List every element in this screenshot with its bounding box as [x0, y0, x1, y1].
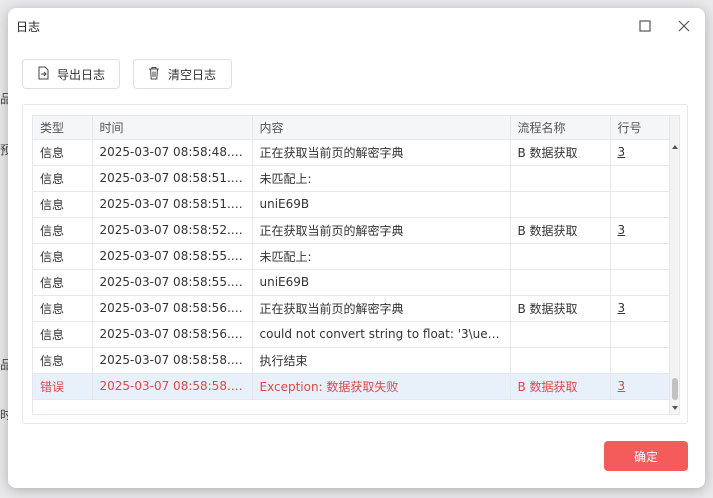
table-row[interactable]: 信息 2025-03-07 08:58:55.863 未匹配上: [33, 243, 672, 270]
cell-flow [510, 191, 611, 218]
export-log-label: 导出日志 [57, 67, 106, 82]
cell-type: 信息 [33, 217, 93, 244]
table-row[interactable]: 信息 2025-03-07 08:58:56.233 could not con… [33, 321, 672, 348]
cell-flow: B 数据获取 [510, 139, 611, 166]
line-number-link[interactable]: 3 [618, 145, 626, 159]
cell-type: 错误 [33, 373, 93, 400]
table-header-row: 类型 时间 内容 流程名称 行号 [33, 116, 672, 140]
cell-flow [510, 347, 611, 374]
dialog-titlebar: 日志 [8, 8, 705, 44]
cell-line [610, 191, 672, 218]
cell-type: 信息 [33, 321, 93, 348]
cell-line [610, 243, 672, 270]
column-header-type[interactable]: 类型 [33, 116, 93, 140]
cell-time: 2025-03-07 08:58:55.863 [92, 243, 253, 270]
cell-content: 未匹配上: [252, 243, 511, 270]
cell-time: 2025-03-07 08:58:55.864 [92, 269, 253, 296]
cell-content: could not convert string to float: '3\ue… [252, 321, 511, 348]
line-number-link[interactable]: 3 [618, 301, 626, 315]
cell-flow [510, 243, 611, 270]
table-row[interactable]: 信息 2025-03-07 08:58:48.300 正在获取当前页的解密字典 … [33, 139, 672, 166]
cell-content: 正在获取当前页的解密字典 [252, 139, 511, 166]
scrollbar-thumb[interactable] [672, 378, 678, 400]
cell-flow [510, 165, 611, 192]
table-row[interactable]: 信息 2025-03-07 08:58:55.864 uniE69B [33, 269, 672, 296]
confirm-button[interactable]: 确定 [604, 441, 688, 471]
table-row[interactable]: 信息 2025-03-07 08:58:51.957 uniE69B [33, 191, 672, 218]
clear-log-label: 清空日志 [168, 67, 217, 82]
cell-type: 信息 [33, 139, 93, 166]
cell-flow: B 数据获取 [510, 217, 611, 244]
cell-time: 2025-03-07 08:58:58.999 [92, 373, 253, 400]
cell-content: 正在获取当前页的解密字典 [252, 217, 511, 244]
cell-line: 3 [610, 295, 672, 322]
clear-log-button[interactable]: 清空日志 [133, 59, 232, 89]
cell-content: 正在获取当前页的解密字典 [252, 295, 511, 322]
cell-type: 信息 [33, 347, 93, 374]
cell-flow [510, 321, 611, 348]
cell-content: Exception: 数据获取失败 [252, 373, 511, 400]
column-header-line[interactable]: 行号 [610, 116, 672, 140]
export-icon [36, 66, 50, 83]
cell-line [610, 321, 672, 348]
scroll-down-arrow-icon[interactable] [672, 406, 678, 410]
cell-content: 执行结束 [252, 347, 511, 374]
cell-flow: B 数据获取 [510, 295, 611, 322]
cell-time: 2025-03-07 08:58:56.202 [92, 295, 253, 322]
cell-time: 2025-03-07 08:58:51.957 [92, 191, 253, 218]
background-text: 预 [0, 143, 8, 157]
cell-type: 信息 [33, 165, 93, 192]
cell-line: 3 [610, 373, 672, 400]
vertical-scrollbar[interactable] [669, 116, 679, 414]
cell-line [610, 269, 672, 296]
cell-type: 信息 [33, 295, 93, 322]
table-row[interactable]: 信息 2025-03-07 08:58:58.935 执行结束 [33, 347, 672, 374]
column-header-flow[interactable]: 流程名称 [510, 116, 611, 140]
cell-time: 2025-03-07 08:58:48.300 [92, 139, 253, 166]
cell-line [610, 165, 672, 192]
cell-time: 2025-03-07 08:58:52.268 [92, 217, 253, 244]
log-panel: 类型 时间 内容 流程名称 行号 信息 2025-03-07 08:58:48.… [22, 104, 688, 424]
cell-line: 3 [610, 139, 672, 166]
maximize-icon[interactable] [636, 17, 654, 35]
table-row[interactable]: 信息 2025-03-07 08:58:52.268 正在获取当前页的解密字典 … [33, 217, 672, 244]
close-icon[interactable] [675, 17, 693, 35]
cell-flow: B 数据获取 [510, 373, 611, 400]
line-number-link[interactable]: 3 [618, 379, 626, 393]
background-text: 品 [0, 92, 8, 106]
scroll-up-arrow-icon[interactable] [672, 145, 678, 149]
cell-flow [510, 269, 611, 296]
cell-type: 信息 [33, 191, 93, 218]
line-number-link[interactable]: 3 [618, 223, 626, 237]
cell-line: 3 [610, 217, 672, 244]
export-log-button[interactable]: 导出日志 [22, 59, 120, 89]
background-text: 品 [0, 358, 8, 372]
background-text: 时 [0, 408, 8, 422]
log-dialog: 日志 导出日志 清空日志 类型 时间 内容 流程名称 行号 信息 2025-03… [8, 8, 705, 488]
cell-content: uniE69B [252, 269, 511, 296]
cell-line [610, 347, 672, 374]
trash-icon [147, 66, 161, 83]
table-row[interactable]: 信息 2025-03-07 08:58:56.202 正在获取当前页的解密字典 … [33, 295, 672, 322]
cell-time: 2025-03-07 08:58:58.935 [92, 347, 253, 374]
dialog-title: 日志 [16, 20, 41, 34]
cell-time: 2025-03-07 08:58:56.233 [92, 321, 253, 348]
log-table: 类型 时间 内容 流程名称 行号 信息 2025-03-07 08:58:48.… [33, 116, 672, 400]
cell-type: 信息 [33, 269, 93, 296]
cell-time: 2025-03-07 08:58:51.957 [92, 165, 253, 192]
cell-content: uniE69B [252, 191, 511, 218]
table-row-error-selected[interactable]: 错误 2025-03-07 08:58:58.999 Exception: 数据… [33, 373, 672, 400]
table-row[interactable]: 信息 2025-03-07 08:58:51.957 未匹配上: [33, 165, 672, 192]
cell-type: 信息 [33, 243, 93, 270]
column-header-time[interactable]: 时间 [92, 116, 253, 140]
cell-content: 未匹配上: [252, 165, 511, 192]
log-table-container: 类型 时间 内容 流程名称 行号 信息 2025-03-07 08:58:48.… [32, 115, 680, 415]
column-header-content[interactable]: 内容 [252, 116, 511, 140]
